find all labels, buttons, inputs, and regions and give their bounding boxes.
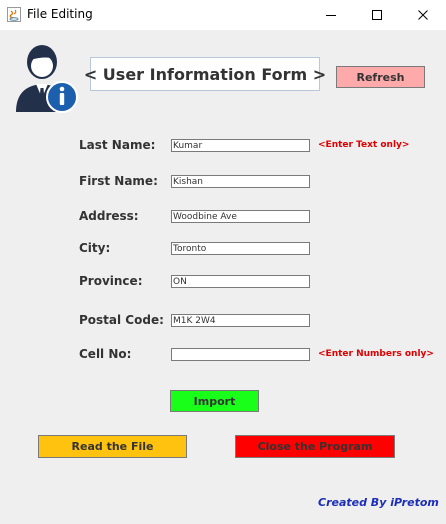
hint-text-only: <Enter Text only> [318,140,410,150]
form-heading: < User Information Form > [84,57,326,91]
close-window-button[interactable] [400,0,446,30]
read-file-button[interactable]: Read the File [38,435,187,458]
label-address: Address: [79,209,139,223]
postal-code-field[interactable] [171,314,310,327]
maximize-button[interactable] [354,0,400,30]
maximize-icon [372,10,382,20]
user-info-icon [16,45,78,113]
title-bar: File Editing [0,0,446,30]
label-postal-code: Postal Code: [79,313,164,327]
minimize-icon [326,15,336,16]
label-cell-no: Cell No: [79,347,132,361]
first-name-field[interactable] [171,175,310,188]
city-field[interactable] [171,242,310,255]
window-title: File Editing [27,7,93,21]
label-first-name: First Name: [79,174,158,188]
hint-numbers-only: <Enter Numbers only> [318,349,434,359]
credit-text: Created By iPretom [318,496,439,509]
refresh-button[interactable]: Refresh [336,66,425,88]
close-icon [418,10,428,20]
label-last-name: Last Name: [79,138,156,152]
label-province: Province: [79,274,143,288]
java-app-icon [7,7,21,22]
last-name-field[interactable] [171,139,310,152]
minimize-button[interactable] [308,0,354,30]
address-field[interactable] [171,210,310,223]
province-field[interactable] [171,275,310,288]
label-city: City: [79,241,111,255]
close-program-button[interactable]: Close the Program [235,435,395,458]
import-button[interactable]: Import [170,390,259,412]
cell-no-field[interactable] [171,348,310,361]
